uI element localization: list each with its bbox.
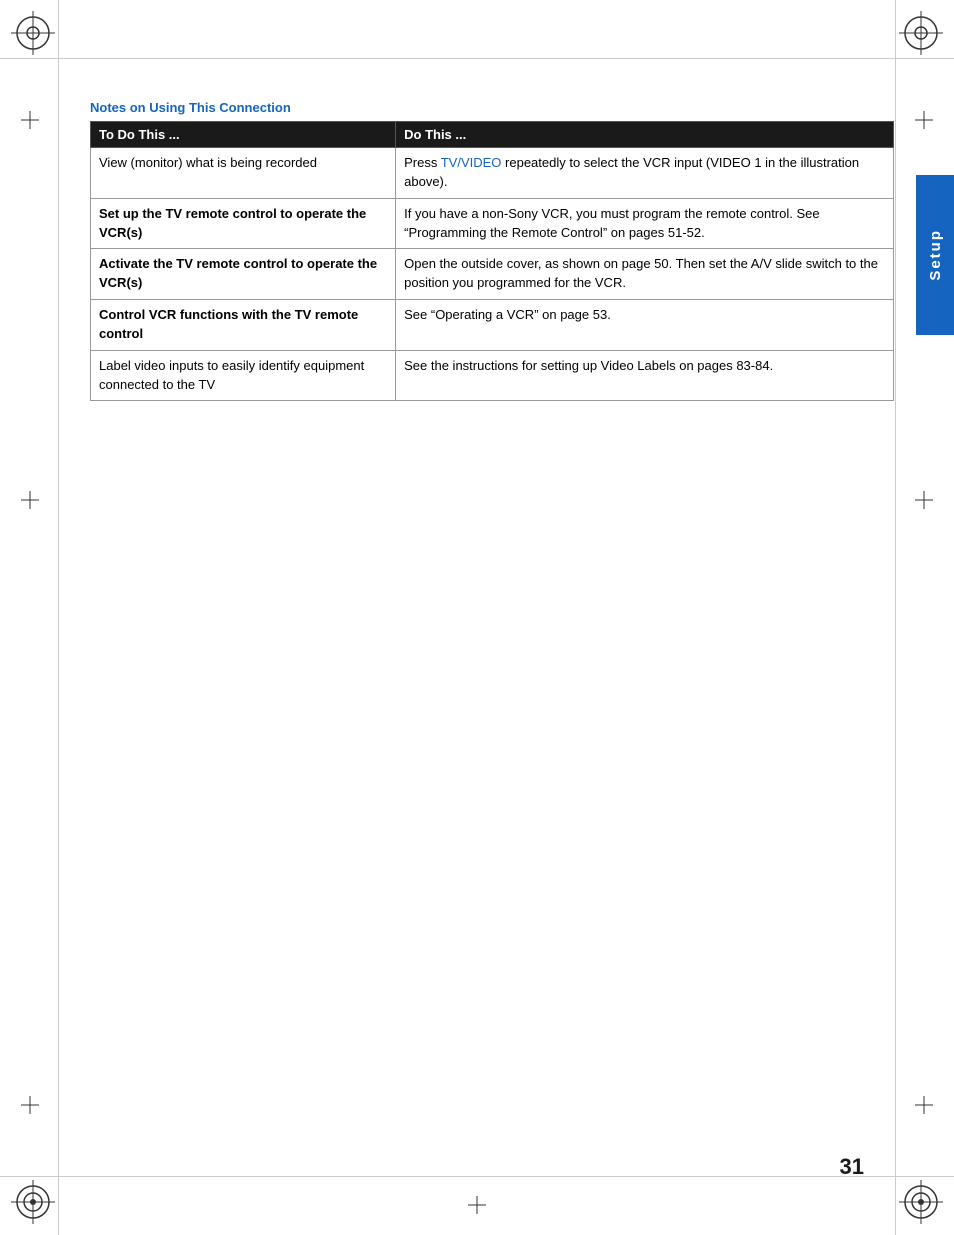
reg-mark-bottom-left: [8, 1177, 58, 1227]
cross-right-top: [914, 110, 934, 130]
border-top: [0, 58, 954, 59]
cross-right-mid: [914, 490, 934, 510]
table-row: View (monitor) what is being recorded Pr…: [91, 148, 894, 199]
reg-mark-bottom-right: [896, 1177, 946, 1227]
table-header-col2: Do This ...: [396, 122, 894, 148]
cross-right-bot: [914, 1095, 934, 1115]
table-header-col1: To Do This ...: [91, 122, 396, 148]
section-heading: Notes on Using This Connection: [90, 100, 894, 115]
cell-text: See the instructions for setting up Vide…: [404, 358, 773, 373]
cell-text: Control VCR functions with the TV remote…: [99, 307, 358, 341]
sidebar-tab-label: Setup: [927, 229, 944, 281]
info-table: To Do This ... Do This ... View (monitor…: [90, 121, 894, 401]
border-right: [895, 0, 896, 1235]
table-cell-col2: Open the outside cover, as shown on page…: [396, 249, 894, 300]
reg-mark-top-left: [8, 8, 58, 58]
table-cell-col1: Set up the TV remote control to operate …: [91, 198, 396, 249]
cell-text: See “Operating a VCR” on page 53.: [404, 307, 611, 322]
table-cell-col1: View (monitor) what is being recorded: [91, 148, 396, 199]
table-header-row: To Do This ... Do This ...: [91, 122, 894, 148]
border-left: [58, 0, 59, 1235]
page-number: 31: [840, 1154, 864, 1180]
table-cell-col2: See “Operating a VCR” on page 53.: [396, 300, 894, 351]
cell-text: Label video inputs to easily identify eq…: [99, 358, 364, 392]
table-row: Label video inputs to easily identify eq…: [91, 350, 894, 401]
page: Setup Notes on Using This Connection To …: [0, 0, 954, 1235]
table-cell-col1: Control VCR functions with the TV remote…: [91, 300, 396, 351]
cross-left-bot: [20, 1095, 40, 1115]
cross-left-top: [20, 110, 40, 130]
table-cell-col1: Label video inputs to easily identify eq…: [91, 350, 396, 401]
content-area: Notes on Using This Connection To Do Thi…: [90, 100, 894, 1135]
border-bottom: [0, 1176, 954, 1177]
table-cell-col2: See the instructions for setting up Vide…: [396, 350, 894, 401]
table-row: Activate the TV remote control to operat…: [91, 249, 894, 300]
reg-mark-top-right: [896, 8, 946, 58]
sidebar-tab: Setup: [916, 175, 954, 335]
tv-video-link: TV/VIDEO: [441, 155, 502, 170]
table-row: Control VCR functions with the TV remote…: [91, 300, 894, 351]
cross-bot-center: [467, 1195, 487, 1215]
cell-text: If you have a non-Sony VCR, you must pro…: [404, 206, 820, 240]
table-row: Set up the TV remote control to operate …: [91, 198, 894, 249]
table-cell-col1: Activate the TV remote control to operat…: [91, 249, 396, 300]
table-cell-col2: If you have a non-Sony VCR, you must pro…: [396, 198, 894, 249]
cell-text: Open the outside cover, as shown on page…: [404, 256, 878, 290]
cell-text: Activate the TV remote control to operat…: [99, 256, 377, 290]
cross-left-mid: [20, 490, 40, 510]
cell-text: View (monitor) what is being recorded: [99, 155, 317, 170]
table-cell-col2: Press TV/VIDEO repeatedly to select the …: [396, 148, 894, 199]
cell-text: Set up the TV remote control to operate …: [99, 206, 366, 240]
